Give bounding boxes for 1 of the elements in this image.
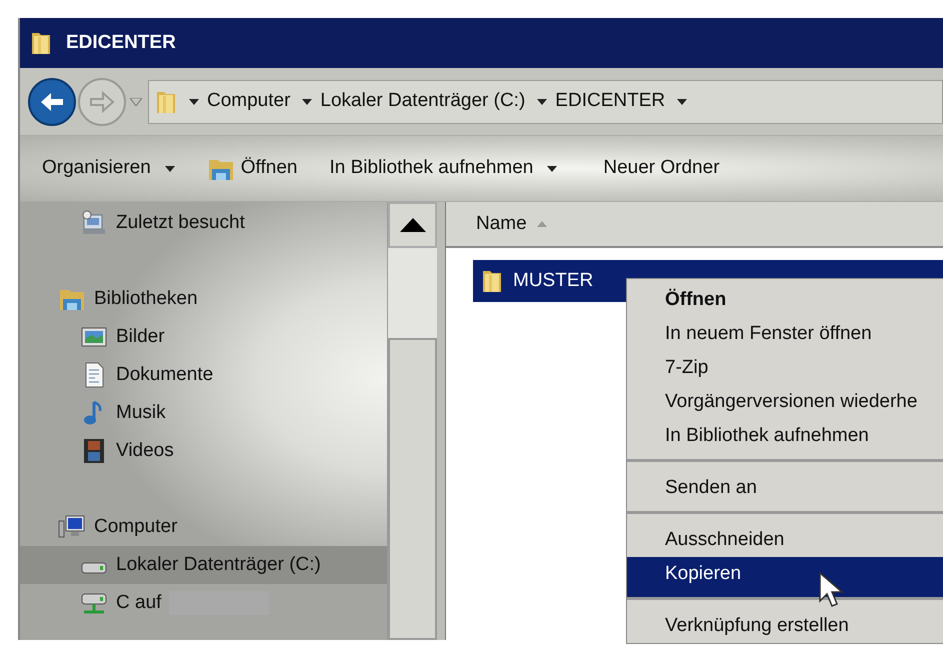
window-title: EDICENTER: [66, 30, 176, 55]
